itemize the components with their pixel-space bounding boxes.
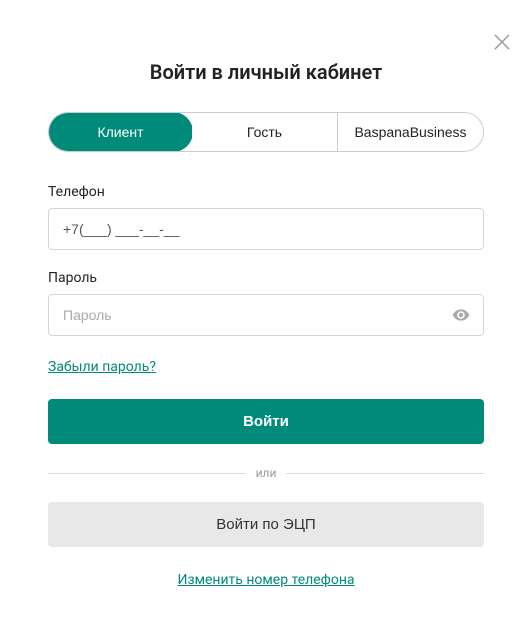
divider-text: или — [256, 466, 277, 480]
password-label: Пароль — [48, 270, 484, 286]
change-phone-wrap: Изменить номер телефона — [48, 569, 484, 588]
divider-line-right — [286, 473, 484, 474]
login-eds-button[interactable]: Войти по ЭЦП — [48, 502, 484, 547]
tab-guest[interactable]: Гость — [192, 113, 338, 151]
login-button[interactable]: Войти — [48, 399, 484, 444]
page-title: Войти в личный кабинет — [48, 60, 484, 84]
change-phone-link[interactable]: Изменить номер телефона — [177, 572, 354, 588]
divider: или — [48, 466, 484, 480]
user-type-tabs: Клиент Гость BaspanaBusiness — [48, 112, 484, 152]
close-button[interactable] — [492, 32, 512, 52]
tab-business[interactable]: BaspanaBusiness — [338, 113, 483, 151]
divider-line-left — [48, 473, 246, 474]
phone-input[interactable] — [48, 208, 484, 250]
phone-input-wrap — [48, 208, 484, 250]
tab-client[interactable]: Клиент — [48, 112, 193, 152]
password-input[interactable] — [48, 294, 484, 336]
phone-label: Телефон — [48, 184, 484, 200]
toggle-password-visibility-icon[interactable] — [452, 306, 470, 324]
password-input-wrap — [48, 294, 484, 336]
login-form-container: Войти в личный кабинет Клиент Гость Basp… — [0, 0, 532, 618]
forgot-password-link[interactable]: Забыли пароль? — [48, 359, 156, 375]
